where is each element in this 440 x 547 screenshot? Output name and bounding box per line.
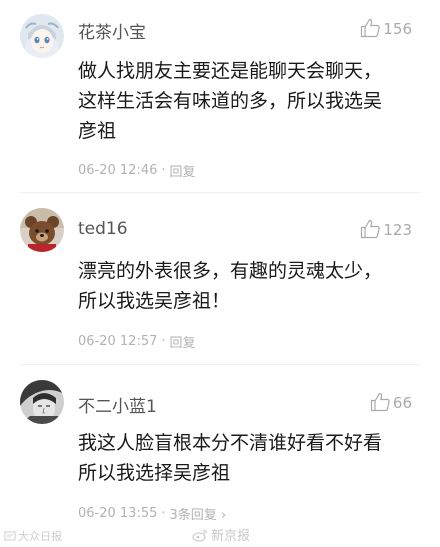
- like-button[interactable]: 123: [360, 219, 412, 239]
- comment-text: 做人找朋友主要还是能聊天会聊天， 这样生活会有味道的多，所以我选吴 彦祖: [78, 56, 428, 146]
- comment-text-line: 漂亮的外表很多，有趣的灵魂太少，: [78, 260, 383, 282]
- sketch-portrait-avatar-icon: [20, 380, 64, 424]
- separator-dot: ·: [161, 163, 166, 178]
- avatar[interactable]: [20, 14, 64, 58]
- watermark-center-text: 新京报: [211, 529, 251, 544]
- avatar[interactable]: [20, 380, 64, 424]
- comment-text: 漂亮的外表很多，有趣的灵魂太少， 所以我选吴彦祖！: [78, 256, 428, 316]
- reply-button[interactable]: 回复: [170, 332, 196, 351]
- chevron-right-icon: ›: [220, 508, 227, 523]
- reply-button[interactable]: 回复: [170, 161, 196, 180]
- comment-text: 我这人脸盲根本分不清谁好看不好看 所以我选择吴彦祖: [78, 428, 428, 488]
- comment-meta: 06-20 12:57 · 回复: [78, 332, 196, 351]
- comment-text-line: 彦祖: [78, 120, 117, 142]
- comment-text-line: 所以我选吴彦祖！: [78, 290, 231, 312]
- like-count: 66: [392, 394, 412, 412]
- username[interactable]: ted16: [78, 219, 128, 239]
- comment-text-line: 这样生活会有味道的多，所以我选吴: [78, 90, 383, 112]
- watermark-center: 新京报: [192, 525, 250, 544]
- weibo-logo-icon: [192, 528, 208, 542]
- timestamp: 06-20 12:57: [78, 334, 158, 349]
- username[interactable]: 不二小蓝1: [78, 392, 157, 417]
- thumbs-up-icon: [361, 18, 381, 38]
- watermark-left: 大众日报: [4, 528, 62, 544]
- view-replies-button[interactable]: 3条回复 ›: [170, 504, 227, 523]
- comment-meta: 06-20 12:46 · 回复: [78, 161, 196, 180]
- comment-meta: 06-20 13:55 · 3条回复 ›: [78, 504, 226, 523]
- comment-text-line: 所以我选择吴彦祖: [78, 462, 231, 484]
- thumbs-up-icon: [361, 219, 381, 239]
- separator-dot: ·: [161, 334, 166, 349]
- divider: [20, 364, 420, 365]
- comment-text-line: 做人找朋友主要还是能聊天会聊天，: [78, 60, 383, 82]
- teddy-bear-avatar-icon: [20, 208, 64, 252]
- username[interactable]: 花茶小宝: [78, 18, 146, 43]
- like-button[interactable]: 156: [360, 18, 412, 38]
- like-button[interactable]: 66: [370, 392, 412, 412]
- thumbs-up-icon: [370, 392, 390, 412]
- newspaper-logo-icon: [4, 531, 16, 541]
- like-count: 123: [383, 221, 412, 239]
- separator-dot: ·: [161, 506, 166, 521]
- avatar[interactable]: [20, 208, 64, 252]
- anime-girl-avatar-icon: [20, 14, 64, 58]
- like-count: 156: [383, 20, 412, 38]
- watermark-left-text: 大众日报: [18, 530, 62, 543]
- divider: [20, 192, 420, 193]
- timestamp: 06-20 13:55: [78, 506, 158, 521]
- timestamp: 06-20 12:46: [78, 163, 158, 178]
- comment-text-line: 我这人脸盲根本分不清谁好看不好看: [78, 432, 383, 454]
- reply-count-label: 3条回复: [169, 508, 217, 523]
